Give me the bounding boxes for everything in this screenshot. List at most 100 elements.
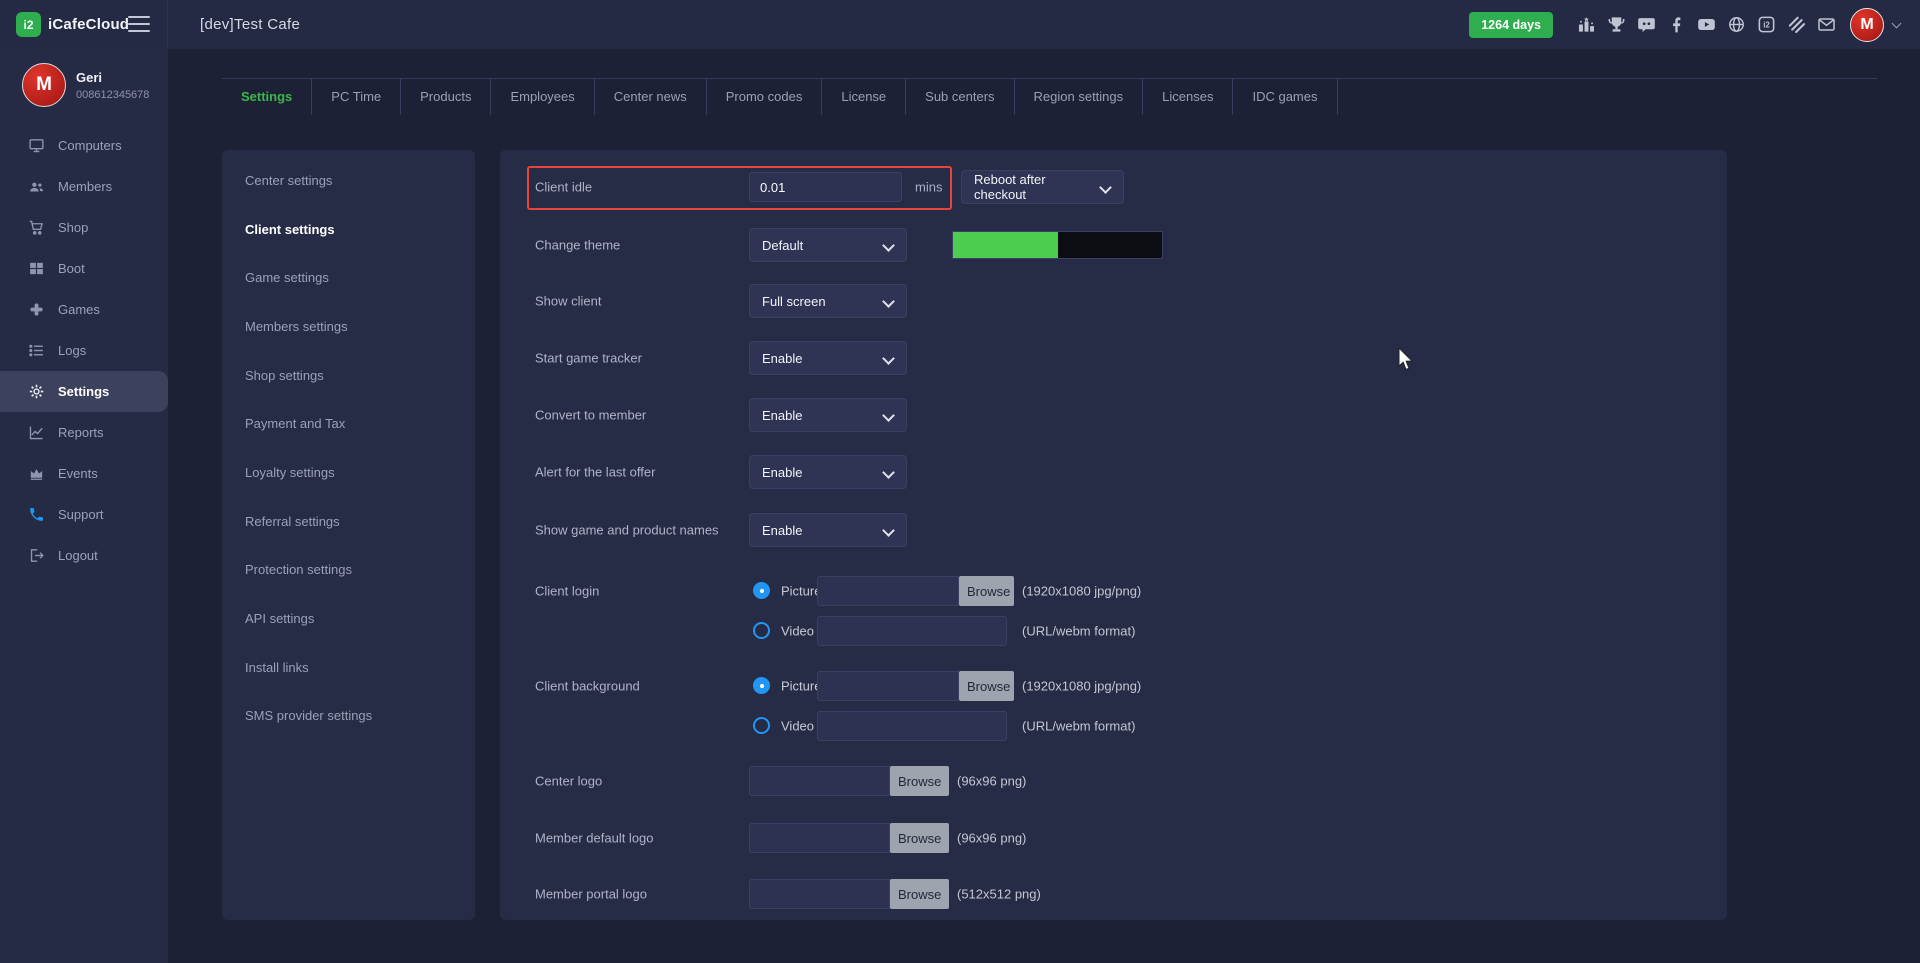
client-idle-row: Client idle mins Reboot after checkout <box>500 170 1727 204</box>
sidebar-item-games[interactable]: Games <box>0 289 168 330</box>
tab-promo-codes[interactable]: Promo codes <box>707 79 823 115</box>
tab-center-news[interactable]: Center news <box>595 79 707 115</box>
tab-employees[interactable]: Employees <box>491 79 594 115</box>
tab-license[interactable]: License <box>822 79 906 115</box>
gear-icon <box>28 383 45 400</box>
submenu-api-settings[interactable]: API settings <box>222 594 475 643</box>
submenu-referral-settings[interactable]: Referral settings <box>222 497 475 546</box>
youtube-icon[interactable] <box>1697 15 1716 34</box>
show-names-select[interactable]: Enable <box>749 513 907 547</box>
tabbar: Settings PC Time Products Employees Cent… <box>222 79 1338 115</box>
chevron-down-icon <box>1892 18 1902 28</box>
center-logo-browse-button[interactable]: Browse <box>890 766 949 796</box>
sidebar-item-boot[interactable]: Boot <box>0 248 168 289</box>
center-logo-input[interactable] <box>749 766 890 796</box>
submenu-sms-provider-settings[interactable]: SMS provider settings <box>222 692 475 741</box>
icafecloud-icon[interactable]: i2 <box>1757 15 1776 34</box>
sidebar-item-label: Computers <box>58 138 122 153</box>
sidebar-item-logs[interactable]: Logs <box>0 330 168 371</box>
crown-icon <box>28 465 45 482</box>
theme-swatch-black <box>1058 232 1162 258</box>
page-title: [dev]Test Cafe <box>200 16 300 33</box>
globe-icon[interactable] <box>1727 15 1746 34</box>
sidebar-item-label: Reports <box>58 425 104 440</box>
submenu-install-links[interactable]: Install links <box>222 643 475 692</box>
submenu-client-settings[interactable]: Client settings <box>222 205 475 254</box>
sidebar-item-events[interactable]: Events <box>0 453 168 494</box>
top-header: i2 iCafeCloud [dev]Test Cafe 1264 days <box>0 0 1920 49</box>
settings-submenu-card: Center settings Client settings Game set… <box>222 150 475 920</box>
phone-icon <box>28 506 45 523</box>
header-icon-row: i2 <box>1577 15 1836 34</box>
submenu-loyalty-settings[interactable]: Loyalty settings <box>222 448 475 497</box>
header-right: 1264 days i2 <box>1469 0 1920 49</box>
client-background-video-input[interactable] <box>817 711 1007 741</box>
client-background-picture-radio[interactable] <box>753 677 770 694</box>
sidebar-item-logout[interactable]: Logout <box>0 535 168 576</box>
sidebar-item-label: Support <box>58 507 104 522</box>
ranking-icon[interactable] <box>1577 15 1596 34</box>
client-background-video-note: (URL/webm format) <box>1022 719 1135 734</box>
sidebar-user-avatar[interactable]: M <box>22 63 66 107</box>
client-background-picture-input[interactable] <box>817 671 959 701</box>
show-client-select[interactable]: Full screen <box>749 284 907 318</box>
sidebar-item-label: Logs <box>58 343 86 358</box>
show-client-label: Show client <box>535 294 601 309</box>
tab-idc-games[interactable]: IDC games <box>1233 79 1337 115</box>
reboot-after-checkout-select[interactable]: Reboot after checkout <box>961 170 1124 204</box>
mail-icon[interactable] <box>1817 15 1836 34</box>
client-background-video-radio[interactable] <box>753 717 770 734</box>
sidebar-item-computers[interactable]: Computers <box>0 125 168 166</box>
member-default-logo-input[interactable] <box>749 823 890 853</box>
client-login-label: Client login <box>535 584 599 599</box>
client-idle-label: Client idle <box>535 180 592 195</box>
sidebar-item-label: Logout <box>58 548 98 563</box>
client-login-video-radio[interactable] <box>753 622 770 639</box>
submenu-shop-settings[interactable]: Shop settings <box>222 351 475 400</box>
sidebar-item-members[interactable]: Members <box>0 166 168 207</box>
client-login-picture-browse-button[interactable]: Browse <box>959 576 1014 606</box>
sidebar-item-shop[interactable]: Shop <box>0 207 168 248</box>
start-game-tracker-label: Start game tracker <box>535 351 642 366</box>
alert-last-offer-select[interactable]: Enable <box>749 455 907 489</box>
tab-licenses[interactable]: Licenses <box>1143 79 1233 115</box>
submenu-protection-settings[interactable]: Protection settings <box>222 546 475 595</box>
sidebar: M Geri 008612345678 Computers Members Sh… <box>0 49 168 963</box>
submenu-payment-and-tax[interactable]: Payment and Tax <box>222 399 475 448</box>
user-avatar[interactable]: M <box>1850 8 1884 42</box>
submenu-members-settings[interactable]: Members settings <box>222 302 475 351</box>
tab-region-settings[interactable]: Region settings <box>1015 79 1144 115</box>
trophy-icon[interactable] <box>1607 15 1626 34</box>
tab-pc-time[interactable]: PC Time <box>312 79 401 115</box>
tab-sub-centers[interactable]: Sub centers <box>906 79 1014 115</box>
sidebar-item-support[interactable]: Support <box>0 494 168 535</box>
client-login-video-input[interactable] <box>817 616 1007 646</box>
layers-icon[interactable] <box>1787 15 1806 34</box>
submenu-center-settings[interactable]: Center settings <box>222 156 475 205</box>
start-game-tracker-select[interactable]: Enable <box>749 341 907 375</box>
client-login-picture-radio[interactable] <box>753 582 770 599</box>
client-background-picture-browse-button[interactable]: Browse <box>959 671 1014 701</box>
sidebar-item-settings[interactable]: Settings <box>0 371 168 412</box>
client-background-picture-radio-label: Picture <box>781 679 821 694</box>
member-default-logo-note: (96x96 png) <box>957 831 1026 846</box>
facebook-icon[interactable] <box>1667 15 1686 34</box>
icafecloud-logo-icon: i2 <box>16 12 41 37</box>
discord-icon[interactable] <box>1637 15 1656 34</box>
days-remaining-badge[interactable]: 1264 days <box>1469 12 1553 38</box>
member-default-logo-browse-button[interactable]: Browse <box>890 823 949 853</box>
tab-settings[interactable]: Settings <box>222 79 312 115</box>
submenu-game-settings[interactable]: Game settings <box>222 253 475 302</box>
tab-products[interactable]: Products <box>401 79 491 115</box>
member-portal-logo-browse-button[interactable]: Browse <box>890 879 949 909</box>
client-idle-input[interactable] <box>749 172 902 202</box>
hamburger-menu-icon[interactable] <box>128 14 150 34</box>
member-default-logo-label: Member default logo <box>535 831 654 846</box>
client-login-picture-input[interactable] <box>817 576 959 606</box>
member-portal-logo-input[interactable] <box>749 879 890 909</box>
change-theme-select[interactable]: Default <box>749 228 907 262</box>
convert-to-member-select[interactable]: Enable <box>749 398 907 432</box>
avatar-dropdown-caret[interactable] <box>1892 20 1902 30</box>
sidebar-item-reports[interactable]: Reports <box>0 412 168 453</box>
monitor-icon <box>28 137 45 154</box>
